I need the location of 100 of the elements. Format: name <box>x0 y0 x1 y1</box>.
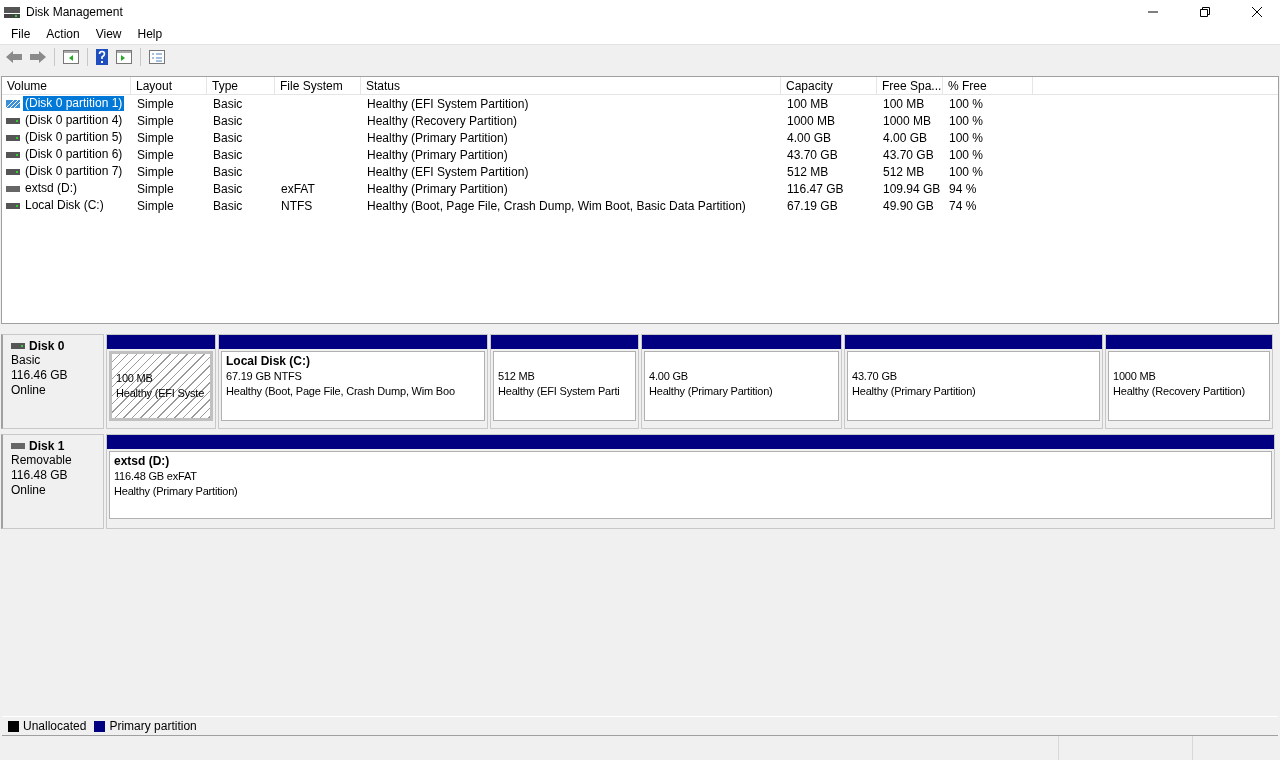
partition-block[interactable]: 100 MB Healthy (EFI Syste <box>106 334 216 429</box>
partition-block[interactable]: Local Disk (C:) 67.19 GB NTFS Healthy (Boot, Page File, Crash Dump, Wim Boo <box>218 334 488 429</box>
table-cell: 100 % <box>949 96 984 111</box>
legend-label: Primary partition <box>109 719 197 733</box>
panel-toggle-button[interactable] <box>114 49 134 65</box>
volume-name[interactable]: (Disk 0 partition 5) <box>23 130 125 145</box>
partition-block[interactable]: 43.70 GB Healthy (Primary Partition) <box>844 334 1103 429</box>
column-header[interactable]: Capacity <box>781 77 877 95</box>
forward-button[interactable] <box>28 49 48 65</box>
disk-size: 116.48 GB <box>11 468 69 483</box>
table-cell: Basic <box>213 130 243 145</box>
column-header[interactable]: Type <box>207 77 275 95</box>
column-header[interactable]: File System <box>275 77 361 95</box>
volume-name[interactable]: (Disk 0 partition 1) <box>23 96 125 111</box>
partition-status: Healthy (Primary Partition) <box>852 384 976 399</box>
table-cell: 4.00 GB <box>883 130 928 145</box>
partition-body[interactable]: 43.70 GB Healthy (Primary Partition) <box>847 351 1100 421</box>
table-cell: 100 % <box>949 164 984 179</box>
partition-size: 116.48 GB exFAT <box>114 469 197 484</box>
table-cell: Simple <box>137 181 174 196</box>
partition-body[interactable]: extsd (D:) 116.48 GB exFAT Healthy (Primary Partition) <box>109 451 1272 519</box>
disk-type: Basic <box>11 353 42 368</box>
partition-status: Healthy (EFI Syste <box>116 386 205 401</box>
table-cell: Simple <box>137 164 174 179</box>
table-cell: Basic <box>213 147 243 162</box>
table-cell: Basic <box>213 113 243 128</box>
table-cell: 116.47 GB <box>787 181 844 196</box>
partition-status: Healthy (Recovery Partition) <box>1113 384 1245 399</box>
partition-body[interactable]: 4.00 GB Healthy (Primary Partition) <box>644 351 839 421</box>
partition-status: Healthy (Primary Partition) <box>649 384 773 399</box>
menu-item[interactable]: Action <box>38 24 88 43</box>
menu-item[interactable]: Help <box>129 24 171 43</box>
partition-status: Healthy (EFI System Parti <box>498 384 620 399</box>
partition-size: 67.19 GB NTFS <box>226 369 302 384</box>
back-button[interactable] <box>4 49 24 65</box>
disk-name: Disk 1 <box>29 439 65 453</box>
volume-name[interactable]: (Disk 0 partition 6) <box>23 147 125 162</box>
disk-size: 116.46 GB <box>11 368 69 383</box>
drive-icon <box>6 168 20 175</box>
partition-size: 100 MB <box>116 371 153 386</box>
table-cell: Simple <box>137 113 174 128</box>
partition-body[interactable]: 512 MB Healthy (EFI System Parti <box>493 351 636 421</box>
menu-item[interactable]: File <box>3 24 39 43</box>
table-cell: Healthy (Recovery Partition) <box>367 113 518 128</box>
table-cell: Basic <box>213 164 243 179</box>
help-button[interactable] <box>94 48 110 66</box>
partition-size: 4.00 GB <box>649 369 688 384</box>
drive-icon <box>6 117 20 124</box>
disk-app-icon <box>4 4 20 19</box>
table-cell: Basic <box>213 198 243 213</box>
table-cell: 49.90 GB <box>883 198 934 213</box>
table-cell: 512 MB <box>883 164 925 179</box>
volume-name[interactable]: Local Disk (C:) <box>23 198 106 213</box>
table-cell: Healthy (Primary Partition) <box>367 147 508 162</box>
partition-status: Healthy (Primary Partition) <box>114 484 238 499</box>
table-cell: 100 % <box>949 113 984 128</box>
disk-status: Online <box>11 483 47 498</box>
table-cell: 74 % <box>949 198 977 213</box>
partition-status: Healthy (Boot, Page File, Crash Dump, Wim Boo <box>226 384 455 399</box>
table-cell: Healthy (EFI System Partition) <box>367 96 529 111</box>
table-cell: 512 MB <box>787 164 829 179</box>
partition-name: Local Disk (C:) <box>226 354 310 369</box>
volume-name[interactable]: extsd (D:) <box>23 181 79 196</box>
disk-info-panel[interactable]: Disk 1 Removable 116.48 GB Online <box>1 434 104 529</box>
panel-toggle-button[interactable] <box>61 49 81 65</box>
disk-info-panel[interactable]: Disk 0 Basic 116.46 GB Online <box>1 334 104 429</box>
table-cell: Basic <box>213 181 243 196</box>
drive-icon <box>11 443 25 449</box>
volume-name[interactable]: (Disk 0 partition 4) <box>23 113 125 128</box>
column-header[interactable]: Status <box>361 77 781 95</box>
table-cell: 94 % <box>949 181 977 196</box>
column-header[interactable]: Layout <box>131 77 207 95</box>
drive-icon <box>6 151 20 158</box>
table-cell: Basic <box>213 96 243 111</box>
column-header[interactable]: % Free <box>943 77 1033 95</box>
column-header[interactable]: Free Spa... <box>877 77 943 95</box>
table-cell: 43.70 GB <box>883 147 934 162</box>
partition-block[interactable]: extsd (D:) 116.48 GB exFAT Healthy (Primary Partition) <box>106 434 1275 529</box>
table-cell: 1000 MB <box>787 113 836 128</box>
column-header[interactable]: Volume <box>2 77 131 95</box>
partition-block[interactable]: 4.00 GB Healthy (Primary Partition) <box>641 334 842 429</box>
menu-item[interactable]: View <box>87 24 130 43</box>
disk-name: Disk 0 <box>29 339 65 353</box>
window-title: Disk Management <box>26 4 124 19</box>
table-cell: 109.94 GB <box>883 181 941 196</box>
partition-body[interactable]: 1000 MB Healthy (Recovery Partition) <box>1108 351 1270 421</box>
table-cell: 100 % <box>949 130 984 145</box>
partition-body[interactable]: 100 MB Healthy (EFI Syste <box>109 351 213 421</box>
table-cell: Healthy (EFI System Partition) <box>367 164 529 179</box>
partition-block[interactable]: 1000 MB Healthy (Recovery Partition) <box>1105 334 1273 429</box>
table-cell: 67.19 GB <box>787 198 838 213</box>
table-cell: Healthy (Boot, Page File, Crash Dump, Wim Boot, Basic Data Partition) <box>367 198 746 213</box>
partition-block[interactable]: 512 MB Healthy (EFI System Parti <box>490 334 639 429</box>
partition-icon <box>6 99 20 108</box>
table-cell: 4.00 GB <box>787 130 832 145</box>
properties-button[interactable] <box>147 49 167 65</box>
partition-body[interactable]: Local Disk (C:) 67.19 GB NTFS Healthy (Boot, Page File, Crash Dump, Wim Boo <box>221 351 485 421</box>
drive-icon <box>6 185 20 192</box>
volume-name[interactable]: (Disk 0 partition 7) <box>23 164 125 179</box>
table-cell: Simple <box>137 130 174 145</box>
